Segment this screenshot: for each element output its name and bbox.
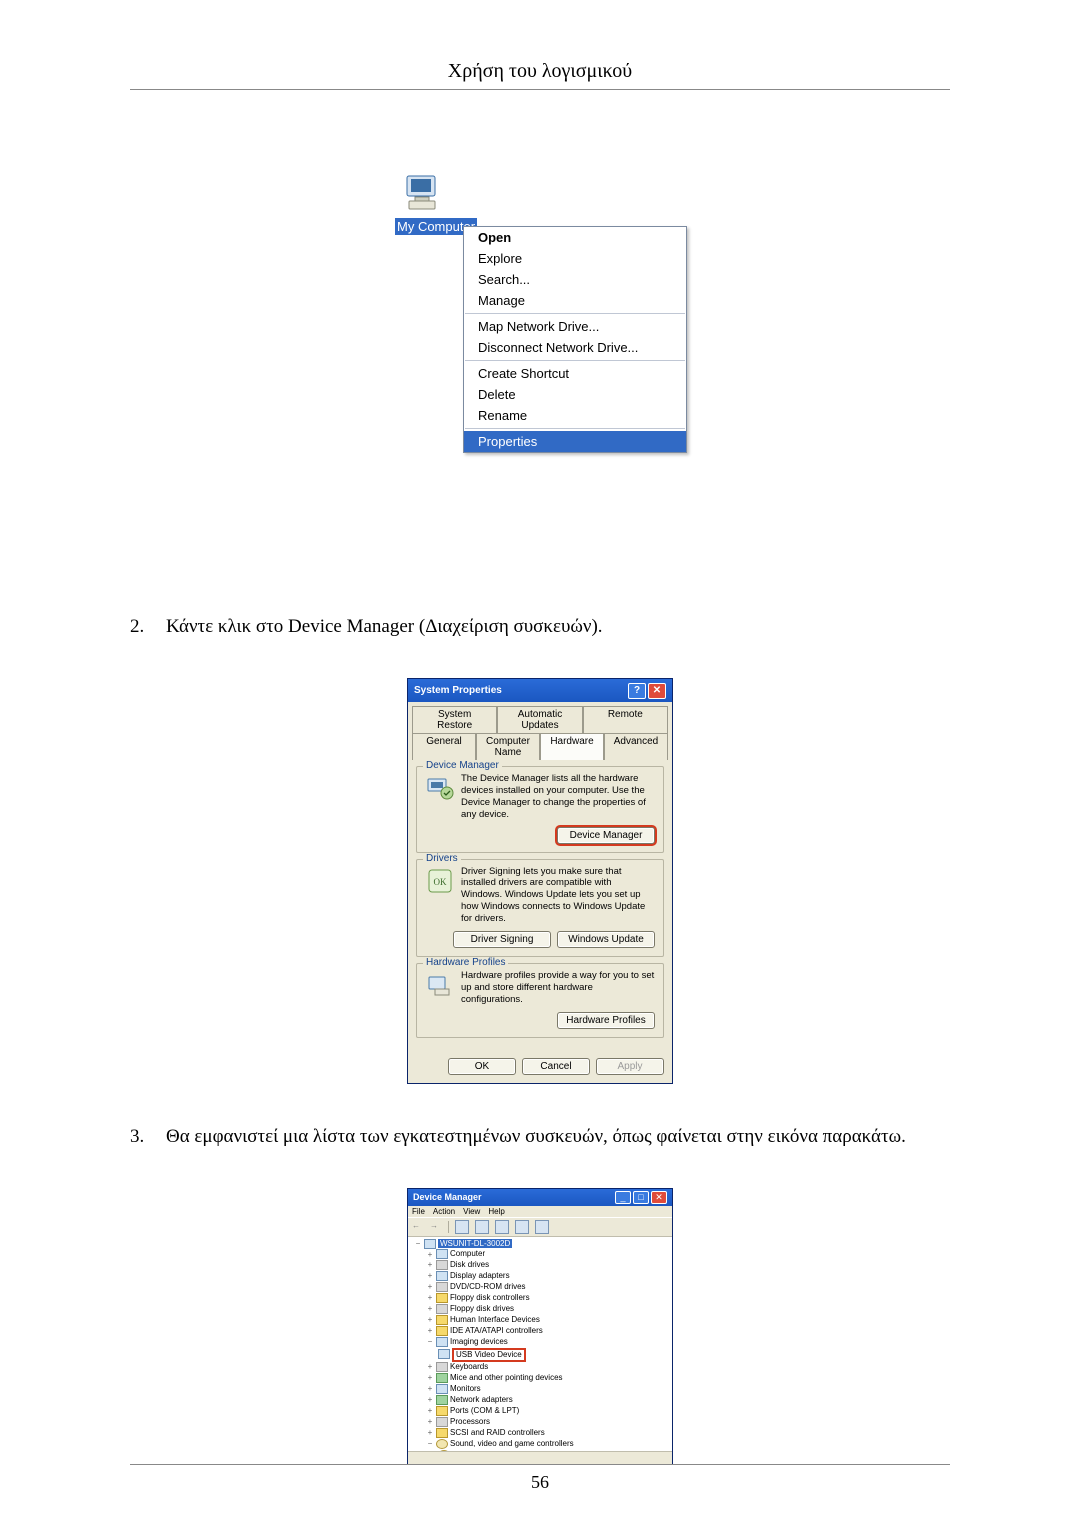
page-header: Χρήση του λογισμικού — [130, 60, 950, 90]
tree-item[interactable]: Audio Codecs — [452, 1450, 502, 1451]
tree-item[interactable]: SCSI and RAID controllers — [450, 1428, 545, 1437]
drivers-icon: OK — [425, 866, 455, 896]
page-number: 56 — [0, 1472, 1080, 1493]
tree-item[interactable]: Processors — [450, 1417, 490, 1426]
context-menu-create-shortcut[interactable]: Create Shortcut — [464, 363, 686, 384]
tab-system-restore[interactable]: System Restore — [412, 706, 497, 733]
step-text: Θα εμφανιστεί μια λίστα των εγκατεστημέν… — [166, 1126, 950, 1148]
svg-text:OK: OK — [434, 877, 447, 887]
context-menu-map-drive[interactable]: Map Network Drive... — [464, 316, 686, 337]
device-manager-icon — [425, 773, 455, 803]
context-menu-explore[interactable]: Explore — [464, 248, 686, 269]
context-menu-manage[interactable]: Manage — [464, 290, 686, 311]
tree-item[interactable]: Monitors — [450, 1384, 481, 1393]
tree-item[interactable]: IDE ATA/ATAPI controllers — [450, 1326, 543, 1335]
group-device-manager: Device Manager The Device Manager lists … — [416, 766, 664, 853]
group-text: The Device Manager lists all the hardwar… — [461, 773, 655, 821]
tree-item[interactable]: Network adapters — [450, 1395, 513, 1404]
tree-item[interactable]: Ports (COM & LPT) — [450, 1406, 519, 1415]
close-icon[interactable]: ✕ — [648, 683, 666, 699]
maximize-icon[interactable]: □ — [633, 1191, 649, 1204]
apply-button[interactable]: Apply — [596, 1058, 664, 1075]
group-drivers: Drivers OK Driver Signing lets you make … — [416, 859, 664, 957]
minimize-icon[interactable]: _ — [615, 1191, 631, 1204]
toolbar-icon[interactable] — [535, 1220, 549, 1234]
toolbar-icon[interactable] — [455, 1220, 469, 1234]
group-title: Drivers — [423, 853, 461, 864]
window-title: Device Manager — [413, 1192, 482, 1202]
window-titlebar: Device Manager _ □ ✕ — [408, 1189, 672, 1206]
step-number: 3. — [130, 1126, 166, 1148]
tab-computer-name[interactable]: Computer Name — [476, 733, 540, 760]
step-number: 2. — [130, 616, 166, 638]
tree-item[interactable]: Human Interface Devices — [450, 1315, 540, 1324]
menu-file[interactable]: File — [412, 1207, 425, 1216]
context-menu: Open Explore Search... Manage Map Networ… — [463, 226, 687, 453]
help-icon[interactable]: ? — [628, 683, 646, 699]
toolbar: ← → — [408, 1217, 672, 1237]
tree-item[interactable]: Mice and other pointing devices — [450, 1373, 563, 1382]
group-hardware-profiles: Hardware Profiles Hardware profiles prov… — [416, 963, 664, 1038]
footer-rule — [130, 1464, 950, 1465]
figure-context-menu: My Computer Open Explore Search... Manag… — [395, 170, 685, 556]
forward-icon[interactable]: → — [430, 1221, 442, 1233]
menu-view[interactable]: View — [463, 1207, 480, 1216]
tab-automatic-updates[interactable]: Automatic Updates — [497, 706, 582, 733]
tabs: System Restore Automatic Updates Remote … — [408, 702, 672, 760]
dialog-titlebar: System Properties ? ✕ — [408, 679, 672, 702]
tree-item[interactable]: Floppy disk controllers — [450, 1293, 530, 1302]
windows-update-button[interactable]: Windows Update — [557, 931, 655, 948]
close-icon[interactable]: ✕ — [651, 1191, 667, 1204]
tree-item[interactable]: Display adapters — [450, 1271, 510, 1280]
context-menu-delete[interactable]: Delete — [464, 384, 686, 405]
context-menu-separator — [465, 313, 685, 314]
cancel-button[interactable]: Cancel — [522, 1058, 590, 1075]
hardware-profiles-icon — [425, 970, 455, 1000]
tab-hardware[interactable]: Hardware — [540, 733, 604, 760]
group-title: Hardware Profiles — [423, 957, 508, 968]
group-text: Driver Signing lets you make sure that i… — [461, 866, 655, 925]
driver-signing-button[interactable]: Driver Signing — [453, 931, 551, 948]
context-menu-disconnect-drive[interactable]: Disconnect Network Drive... — [464, 337, 686, 358]
step-text: Κάντε κλικ στο Device Manager (Διαχείρισ… — [166, 616, 950, 638]
menu-action[interactable]: Action — [433, 1207, 455, 1216]
step-2: 2. Κάντε κλικ στο Device Manager (Διαχεί… — [130, 616, 950, 638]
ok-button[interactable]: OK — [448, 1058, 516, 1075]
context-menu-separator — [465, 360, 685, 361]
menubar: File Action View Help — [408, 1206, 672, 1217]
context-menu-open[interactable]: Open — [464, 227, 686, 248]
tree-item[interactable]: Imaging devices — [450, 1337, 508, 1346]
back-icon[interactable]: ← — [412, 1221, 424, 1233]
tab-remote[interactable]: Remote — [583, 706, 668, 733]
context-menu-search[interactable]: Search... — [464, 269, 686, 290]
figure-device-manager: Device Manager _ □ ✕ File Action View He… — [407, 1188, 673, 1465]
figure-system-properties: System Properties ? ✕ System Restore Aut… — [407, 678, 673, 1084]
dialog-title: System Properties — [414, 685, 502, 696]
tree-item[interactable]: DVD/CD-ROM drives — [450, 1282, 526, 1291]
device-tree: −WSUNIT-DL-3002D +Computer +Disk drives … — [408, 1237, 672, 1451]
toolbar-icon[interactable] — [475, 1220, 489, 1234]
tab-advanced[interactable]: Advanced — [604, 733, 668, 760]
hardware-profiles-button[interactable]: Hardware Profiles — [557, 1012, 655, 1029]
tree-item[interactable]: Disk drives — [450, 1260, 489, 1269]
tree-root[interactable]: WSUNIT-DL-3002D — [438, 1239, 512, 1248]
context-menu-rename[interactable]: Rename — [464, 405, 686, 426]
context-menu-separator — [465, 428, 685, 429]
group-text: Hardware profiles provide a way for you … — [461, 970, 655, 1006]
menu-help[interactable]: Help — [488, 1207, 504, 1216]
context-menu-properties[interactable]: Properties — [464, 431, 686, 452]
tab-general[interactable]: General — [412, 733, 476, 760]
device-manager-button[interactable]: Device Manager — [557, 827, 655, 844]
tree-item[interactable]: Keyboards — [450, 1362, 488, 1371]
tree-item[interactable]: Floppy disk drives — [450, 1304, 514, 1313]
my-computer-icon — [401, 170, 447, 216]
tree-item[interactable]: Sound, video and game controllers — [450, 1439, 574, 1448]
step-3: 3. Θα εμφανιστεί μια λίστα των εγκατεστη… — [130, 1126, 950, 1148]
toolbar-icon[interactable] — [515, 1220, 529, 1234]
statusbar — [408, 1451, 672, 1464]
group-title: Device Manager — [423, 760, 502, 771]
tree-item-usb-video[interactable]: USB Video Device — [452, 1348, 526, 1363]
toolbar-icon[interactable] — [495, 1220, 509, 1234]
tree-item[interactable]: Computer — [450, 1250, 485, 1259]
